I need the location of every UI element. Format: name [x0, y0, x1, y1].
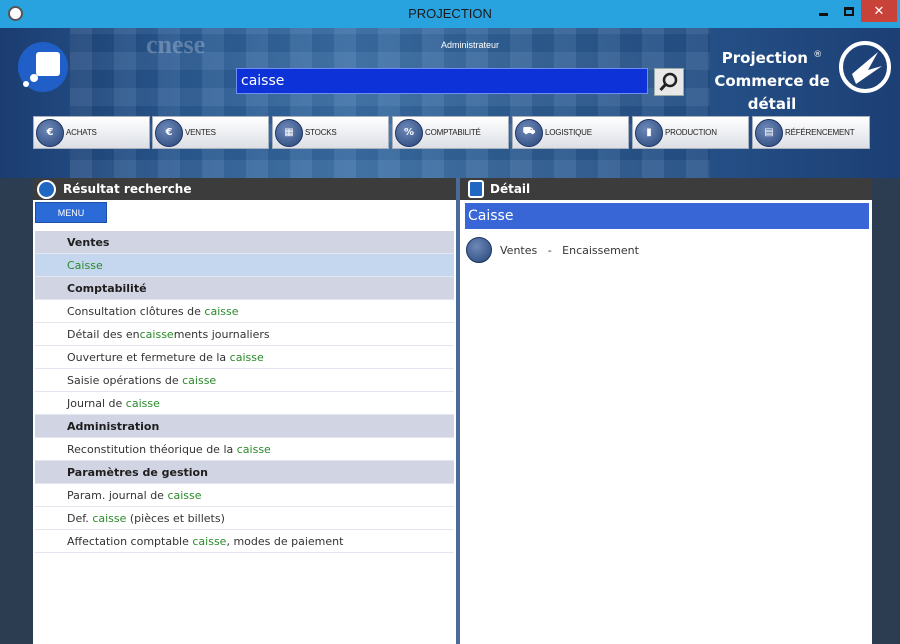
maximize-icon [843, 6, 854, 16]
search-match-text: Caisse [67, 259, 103, 272]
brand-line-1: Projection [721, 49, 808, 67]
referencement-icon: ▤ [755, 118, 783, 147]
result-text: Journal de [67, 397, 126, 410]
search-results-panel: Résultat recherche MENU Ventes Caisse Comp… [33, 178, 456, 644]
left-margin [0, 178, 33, 644]
search-match-text: caisse [204, 305, 239, 318]
result-item[interactable]: Ouverture et fermeture de la caisse [35, 346, 454, 369]
module-button-achats[interactable]: € ACHATS [33, 116, 150, 149]
search-match-text: caisse [229, 351, 264, 364]
result-text: , modes de paiement [226, 535, 344, 548]
result-category: Comptabilité [35, 277, 454, 300]
module-label: COMPTABILITÉ [425, 128, 481, 137]
result-text: Ouverture et fermeture de la [67, 351, 230, 364]
result-text: Param. journal de [67, 489, 168, 502]
result-text: Saisie opérations de [67, 374, 183, 387]
right-margin [872, 178, 900, 644]
result-item[interactable]: Consultation clôtures de caisse [35, 300, 454, 323]
module-label: STOCKS [305, 128, 337, 137]
result-text: Def. [67, 512, 93, 525]
result-text: Consultation clôtures de [67, 305, 205, 318]
title-bar: PROJECTION ✕ [0, 0, 900, 28]
result-item[interactable]: Def. caisse (pièces et billets) [35, 507, 454, 530]
search-match-text: caisse [125, 397, 160, 410]
brand-registered: ® [813, 50, 823, 60]
menu-button[interactable]: MENU [35, 202, 107, 223]
result-text: Ventes [67, 236, 110, 249]
bookmark-icon [468, 180, 484, 198]
module-label: VENTES [185, 128, 216, 137]
search-match-text: caisse [92, 512, 127, 525]
result-item[interactable]: Journal de caisse [35, 392, 454, 415]
achats-icon: € [36, 118, 64, 147]
module-button-ventes[interactable]: € VENTES [152, 116, 269, 149]
header-ghost-text: cnese [146, 30, 206, 59]
production-icon: ▮ [635, 118, 663, 147]
comptabilite-icon: % [395, 118, 423, 147]
search-match-text: caisse [236, 443, 271, 456]
detail-link-label: Ventes - Encaissement [500, 243, 639, 257]
module-label: ACHATS [66, 128, 97, 137]
close-button[interactable]: ✕ [861, 0, 897, 22]
search-icon [659, 72, 678, 92]
detail-title-bar: Caisse [465, 203, 869, 229]
search-match-text: caisse [192, 535, 227, 548]
result-category: Paramètres de gestion [35, 461, 454, 484]
detail-panel-title: Détail [490, 182, 531, 196]
detail-link-encaissement[interactable]: Ventes - Encaissement [466, 236, 639, 264]
module-button-production[interactable]: ▮ PRODUCTION [632, 116, 749, 149]
result-text: Administration [67, 420, 160, 433]
result-item[interactable]: Affectation comptable caisse, modes de p… [35, 530, 454, 553]
ventes-icon [466, 237, 492, 263]
module-label: LOGISTIQUE [545, 128, 592, 137]
module-label: RÉFÉRENCEMENT [785, 128, 855, 137]
close-icon: ✕ [873, 3, 885, 19]
result-item[interactable]: Saisie opérations de caisse [35, 369, 454, 392]
user-label: Administrateur [440, 40, 500, 50]
search-match-text: caisse [139, 328, 174, 341]
results-list: Ventes Caisse Comptabilité Consultation clô… [35, 231, 454, 553]
result-item[interactable]: Détail des encaissements journaliers [35, 323, 454, 346]
result-text: Affectation comptable [67, 535, 193, 548]
result-text: Reconstitution théorique de la [67, 443, 237, 456]
result-category: Administration [35, 415, 454, 438]
detail-panel: Détail Caisse Ventes - Encaissement [460, 178, 872, 644]
brand-title: Projection ® Commerce de détail [710, 44, 834, 116]
brand-line-3: détail [747, 95, 797, 113]
minimize-icon [819, 12, 828, 16]
module-button-referencement[interactable]: ▤ RÉFÉRENCEMENT [752, 116, 870, 149]
result-text: Comptabilité [67, 282, 147, 295]
app-header: cnese Administrateur Projection ® Commer… [0, 28, 900, 178]
result-item[interactable]: Caisse [35, 254, 454, 277]
module-button-comptabilite[interactable]: % COMPTABILITÉ [392, 116, 509, 149]
stocks-icon: ▦ [275, 118, 303, 147]
result-category: Ventes [35, 231, 454, 254]
search-results-title: Résultat recherche [63, 182, 192, 196]
brand-line-2: Commerce de [714, 72, 830, 90]
result-text: Paramètres de gestion [67, 466, 208, 479]
module-button-stocks[interactable]: ▦ STOCKS [272, 116, 389, 149]
logistique-icon: ⛟ [515, 118, 543, 147]
search-input[interactable] [236, 68, 648, 94]
result-item[interactable]: Param. journal de caisse [35, 484, 454, 507]
module-label: PRODUCTION [665, 128, 717, 137]
maximize-button[interactable] [836, 0, 861, 22]
search-button[interactable] [654, 68, 684, 96]
window-title: PROJECTION [408, 6, 492, 21]
search-match-text: caisse [167, 489, 202, 502]
magnifier-icon [37, 180, 56, 199]
home-logo-icon[interactable] [16, 40, 70, 94]
search-match-text: caisse [182, 374, 217, 387]
company-logo-icon [839, 41, 891, 93]
ventes-icon: € [155, 118, 183, 147]
result-text: (pièces et billets) [126, 512, 225, 525]
result-text: Détail des en [67, 328, 140, 341]
result-item[interactable]: Reconstitution théorique de la caisse [35, 438, 454, 461]
minimize-button[interactable] [811, 0, 836, 22]
module-button-logistique[interactable]: ⛟ LOGISTIQUE [512, 116, 629, 149]
result-text: ments journaliers [173, 328, 270, 341]
search-results-header: Résultat recherche [33, 178, 456, 200]
detail-header: Détail [460, 178, 872, 200]
